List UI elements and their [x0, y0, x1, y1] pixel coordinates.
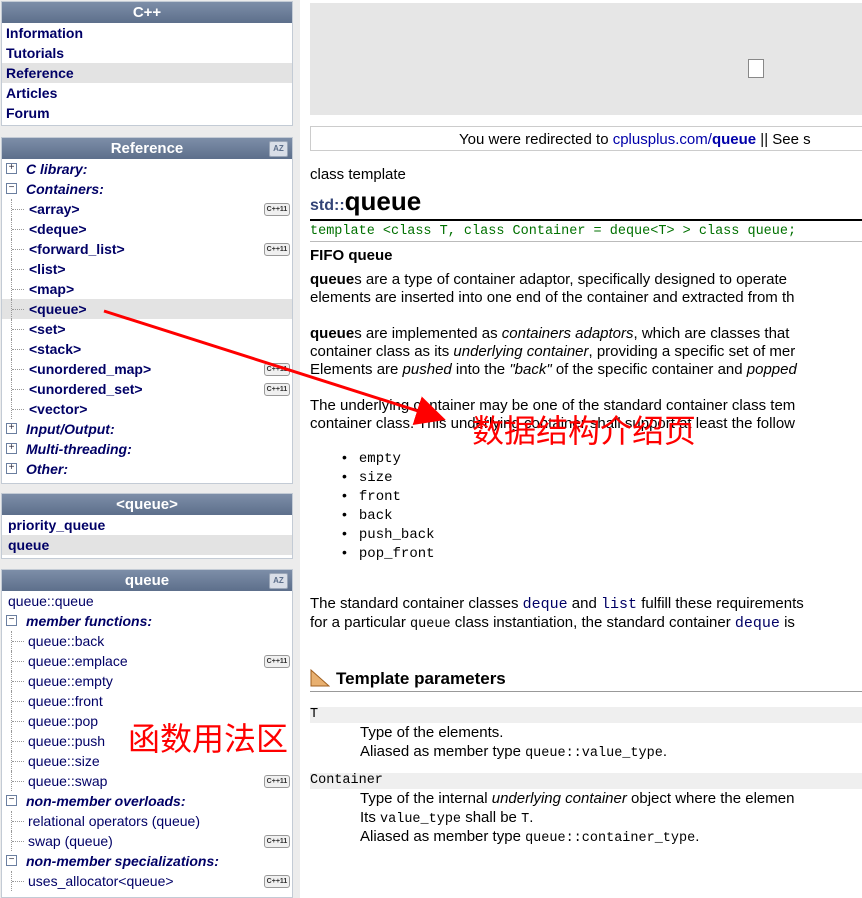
annotation-arrow — [103, 309, 446, 426]
annotation-function-usage: 函数用法区 — [128, 721, 289, 757]
annotation-structure-intro: 数据结构介绍页 — [472, 413, 697, 449]
arrow-line — [103, 309, 446, 426]
